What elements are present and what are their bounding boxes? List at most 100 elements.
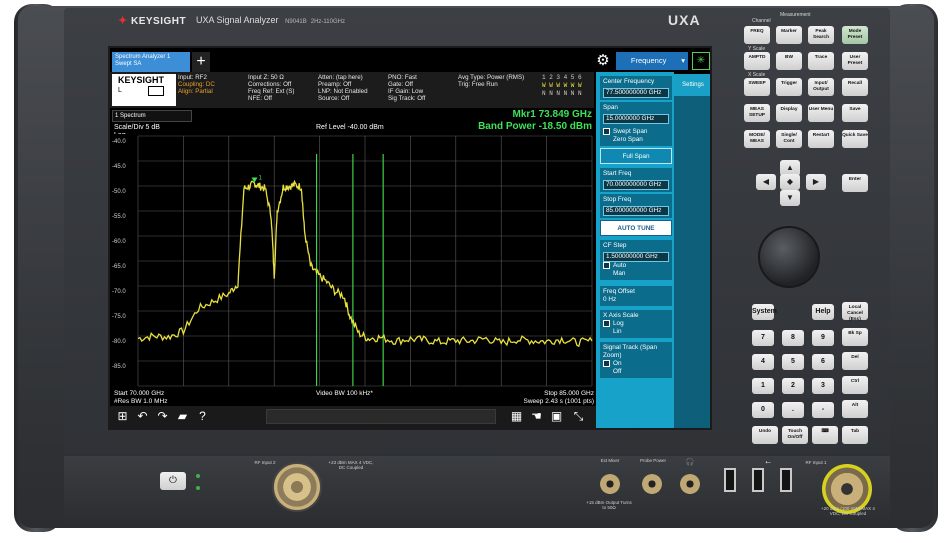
tab-spectrum-analyzer[interactable]: Spectrum Analyzer 1 Swept SA <box>112 52 190 72</box>
num-1-key[interactable]: 1 <box>752 378 774 394</box>
touch-on-off-key[interactable]: Touch On/Off <box>782 426 808 444</box>
start-freq-readout[interactable]: Start 70.000 GHz <box>114 390 164 398</box>
freq-offset-field[interactable]: 0 Hz <box>603 296 616 303</box>
stop-freq-control[interactable]: Stop Freq 85.000000000 GHz <box>600 194 672 218</box>
res-bw-readout[interactable]: #Res BW 1.0 MHz <box>114 398 167 406</box>
active-menu-button[interactable]: Frequency ▾ <box>616 52 688 70</box>
amptd-key[interactable]: AMPTD <box>744 52 770 70</box>
auto-tune-button[interactable]: AUTO TUNE <box>600 220 672 236</box>
rf-input2-connector[interactable] <box>272 462 322 512</box>
signal-track-control[interactable]: Signal Track (Span Zoom) On Off <box>600 342 672 379</box>
status-corrections[interactable]: Input Z: 50 Ω Corrections: Off Freq Ref:… <box>248 74 294 102</box>
span-control[interactable]: Span 15.0000000 GHz <box>600 102 672 126</box>
arrow-center-key[interactable]: ◆ <box>780 174 800 190</box>
arrow-right-key[interactable]: ▶ <box>806 174 826 190</box>
display-key[interactable]: Display <box>776 104 802 122</box>
bw-key[interactable]: BW <box>776 52 802 70</box>
swept-zero-span-toggle[interactable]: Swept Span Zero Span <box>600 126 672 147</box>
undo-icon[interactable]: ↶ <box>134 408 151 425</box>
marker-readout[interactable]: Mkr1 73.849 GHz Band Power -18.50 dBm <box>478 109 592 133</box>
ctrl-key[interactable]: Ctrl <box>842 376 868 394</box>
arrow-left-key[interactable]: ◀ <box>756 174 776 190</box>
center-frequency-control[interactable]: Center Frequency 77.500000000 GHz <box>600 76 672 100</box>
swept-span-radio[interactable] <box>603 128 610 135</box>
meas-setup-key[interactable]: MEAS SETUP <box>744 104 770 122</box>
backspace-key[interactable]: Bk Sp <box>842 328 868 346</box>
windows-icon[interactable]: ⊞ <box>114 408 131 425</box>
restart-key[interactable]: Restart <box>808 130 834 148</box>
tab-key[interactable]: Tab <box>842 426 868 444</box>
user-preset-key[interactable]: User Preset <box>842 52 868 70</box>
cf-step-field[interactable]: 1.500000000 GHz <box>603 252 669 262</box>
x-axis-radio[interactable] <box>603 320 610 327</box>
num-4-key[interactable]: 4 <box>752 354 774 370</box>
mode-preset-key[interactable]: Mode Preset <box>842 26 868 44</box>
full-span-button[interactable]: Full Span <box>600 148 672 164</box>
gear-icon[interactable]: ⚙ <box>594 52 612 70</box>
stop-freq-readout[interactable]: Stop 85.000 GHz <box>506 390 594 398</box>
peak-search-key[interactable]: Peak Search <box>808 26 834 44</box>
power-button[interactable]: ⏻ <box>160 472 186 490</box>
minus-key[interactable]: - <box>812 402 834 418</box>
status-pno[interactable]: PNO: Fast Gate: Off IF Gain: Low Sig Tra… <box>388 74 425 102</box>
video-bw-readout[interactable]: Video BW 100 kHz* <box>316 390 373 398</box>
num-9-key[interactable]: 9 <box>812 330 834 346</box>
start-freq-field[interactable]: 70.000000000 GHz <box>603 180 669 190</box>
rotary-knob[interactable] <box>758 226 820 288</box>
tab-settings[interactable]: Settings <box>674 74 710 96</box>
add-tab-button[interactable]: + <box>192 52 210 72</box>
usb-port-1[interactable] <box>724 468 736 492</box>
marker-key[interactable]: Marker <box>776 26 802 44</box>
local-cancel-key[interactable]: Local Cancel (Esc) <box>842 302 868 322</box>
gesture-icon[interactable]: ✳ <box>692 52 710 70</box>
trace-key[interactable]: Trace <box>808 52 834 70</box>
analyzer-screen[interactable]: Spectrum Analyzer 1 Swept SA + ⚙ Frequen… <box>108 46 712 430</box>
folder-icon[interactable]: ▰ <box>174 408 191 425</box>
spectrum-plot[interactable]: -40.0 -45.0 -50.0 -55.0 -60.0 -65.0 -70.0 -75.0… <box>110 134 596 388</box>
span-field[interactable]: 15.0000000 GHz <box>603 114 669 124</box>
alt-key[interactable]: Alt <box>842 400 868 418</box>
input-output-key[interactable]: Input/ Output <box>808 78 834 96</box>
num-2-key[interactable]: 2 <box>782 378 804 394</box>
single-cont-key[interactable]: Single/ Cont <box>776 130 802 148</box>
sweep-readout[interactable]: Sweep 2.43 s (1001 pts) <box>490 398 594 406</box>
num-8-key[interactable]: 8 <box>782 330 804 346</box>
num-7-key[interactable]: 7 <box>752 330 774 346</box>
freq-offset-control[interactable]: Freq Offset 0 Hz <box>600 286 672 306</box>
system-key[interactable]: System <box>752 304 777 320</box>
usb-port-2[interactable] <box>752 468 764 492</box>
zoom-icon[interactable]: ▣ <box>548 408 565 425</box>
usb-port-3[interactable] <box>780 468 792 492</box>
num-0-key[interactable]: 0 <box>752 402 774 418</box>
center-frequency-field[interactable]: 77.500000000 GHz <box>603 88 669 98</box>
status-input[interactable]: Input: RF2 Coupling: DC Align: Partial <box>178 74 215 95</box>
keyboard-key[interactable]: ⌨ <box>812 426 838 444</box>
touch-mode-icon[interactable]: ☚ <box>528 408 545 425</box>
num-6-key[interactable]: 6 <box>812 354 834 370</box>
probe-power-connector[interactable] <box>642 474 662 494</box>
freq-key[interactable]: FREQ <box>744 26 770 44</box>
cf-step-control[interactable]: CF Step 1.500000000 GHz Auto Man <box>600 240 672 281</box>
ext-mixer-connector[interactable] <box>600 474 620 494</box>
num-5-key[interactable]: 5 <box>782 354 804 370</box>
del-key[interactable]: Del <box>842 352 868 370</box>
user-menu-key[interactable]: User Menu <box>808 104 834 122</box>
save-key[interactable]: Save <box>842 104 868 122</box>
help-key[interactable]: Help <box>812 304 834 320</box>
enter-key[interactable]: Enter <box>842 174 868 192</box>
redo-icon[interactable]: ↷ <box>154 408 171 425</box>
status-atten[interactable]: Atten: (tap here) Preamp: Off LNP: Not E… <box>318 74 368 102</box>
ref-level[interactable]: Ref Level -40.00 dBm <box>316 124 384 131</box>
window-layout-icon[interactable]: ▦ <box>508 408 525 425</box>
num-3-key[interactable]: 3 <box>812 378 834 394</box>
spectrum-window-select[interactable]: 1 Spectrum <box>112 110 192 122</box>
fullscreen-icon[interactable]: ⤡ <box>570 408 587 425</box>
status-avg[interactable]: Avg Type: Power (RMS) Trig: Free Run <box>458 74 524 88</box>
start-freq-control[interactable]: Start Freq 70.000000000 GHz <box>600 168 672 192</box>
headphone-jack[interactable] <box>680 474 700 494</box>
trace-indicator[interactable]: 1 2 3 4 5 6 W W W W W W N N N N N N <box>542 74 582 98</box>
trigger-key[interactable]: Trigger <box>776 78 802 96</box>
x-axis-scale-control[interactable]: X Axis Scale Log Lin <box>600 310 672 339</box>
screen-logo[interactable]: KEYSIGHT L <box>112 74 176 106</box>
arrow-down-key[interactable]: ▼ <box>780 190 800 206</box>
